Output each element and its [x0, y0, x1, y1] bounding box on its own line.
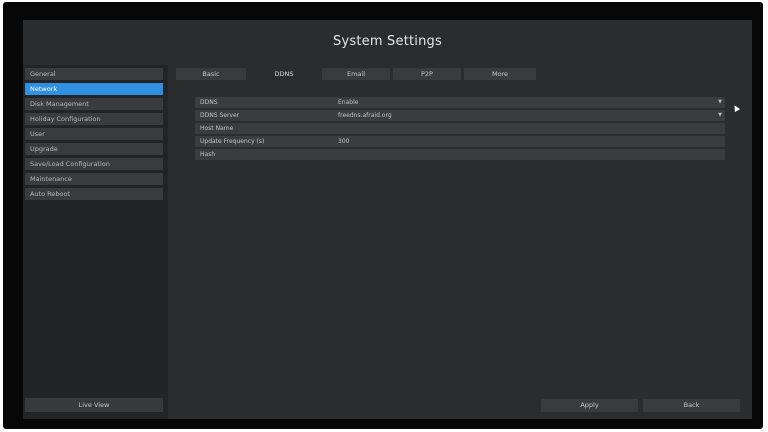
sidebar-item-holiday-configuration[interactable]: Holiday Configuration	[25, 113, 163, 125]
back-button[interactable]: Back	[643, 399, 740, 412]
tab-p2p[interactable]: P2P	[393, 68, 461, 80]
mouse-cursor-icon	[731, 103, 741, 113]
sidebar-item-user[interactable]: User	[25, 128, 163, 140]
tab-more[interactable]: More	[464, 68, 536, 80]
host-name-row: Host Name	[195, 123, 725, 134]
host-name-label: Host Name	[200, 125, 234, 132]
hash-label: Hash	[200, 151, 216, 158]
update-frequency-field[interactable]: 300	[338, 136, 349, 147]
hash-row: Hash	[195, 149, 725, 160]
update-frequency-row: Update Frequency (s) 300	[195, 136, 725, 147]
sidebar: General Network Disk Management Holiday …	[23, 65, 168, 419]
chevron-down-icon[interactable]: ▼	[718, 110, 722, 121]
sidebar-item-network[interactable]: Network	[25, 83, 163, 95]
sidebar-item-upgrade[interactable]: Upgrade	[25, 143, 163, 155]
sidebar-item-maintenance[interactable]: Maintenance	[25, 173, 163, 185]
ddns-server-row: DDNS Server freedns.afraid.org ▼	[195, 110, 725, 121]
ddns-server-select[interactable]: freedns.afraid.org	[338, 110, 392, 121]
tab-ddns[interactable]: DDNS	[249, 68, 319, 80]
ddns-label: DDNS	[200, 99, 218, 106]
sidebar-item-general[interactable]: General	[25, 68, 163, 80]
ddns-select[interactable]: Enable	[338, 97, 358, 108]
sidebar-item-save-load-configuration[interactable]: Save/Load Configuration	[25, 158, 163, 170]
sidebar-item-auto-reboot[interactable]: Auto Reboot	[25, 188, 163, 200]
window-title: System Settings	[333, 34, 442, 49]
tab-email[interactable]: Email	[322, 68, 390, 80]
update-frequency-label: Update Frequency (s)	[200, 138, 265, 145]
monitor-bezel: System Settings General Network Disk Man…	[3, 2, 763, 429]
tab-basic[interactable]: Basic	[176, 68, 246, 80]
live-view-button[interactable]: Live View	[25, 398, 163, 412]
ddns-row: DDNS Enable ▼	[195, 97, 725, 108]
apply-button[interactable]: Apply	[541, 399, 638, 412]
ddns-server-label: DDNS Server	[200, 112, 240, 119]
system-settings-window: System Settings General Network Disk Man…	[23, 20, 752, 419]
chevron-down-icon[interactable]: ▼	[718, 97, 722, 108]
sidebar-item-disk-management[interactable]: Disk Management	[25, 98, 163, 110]
